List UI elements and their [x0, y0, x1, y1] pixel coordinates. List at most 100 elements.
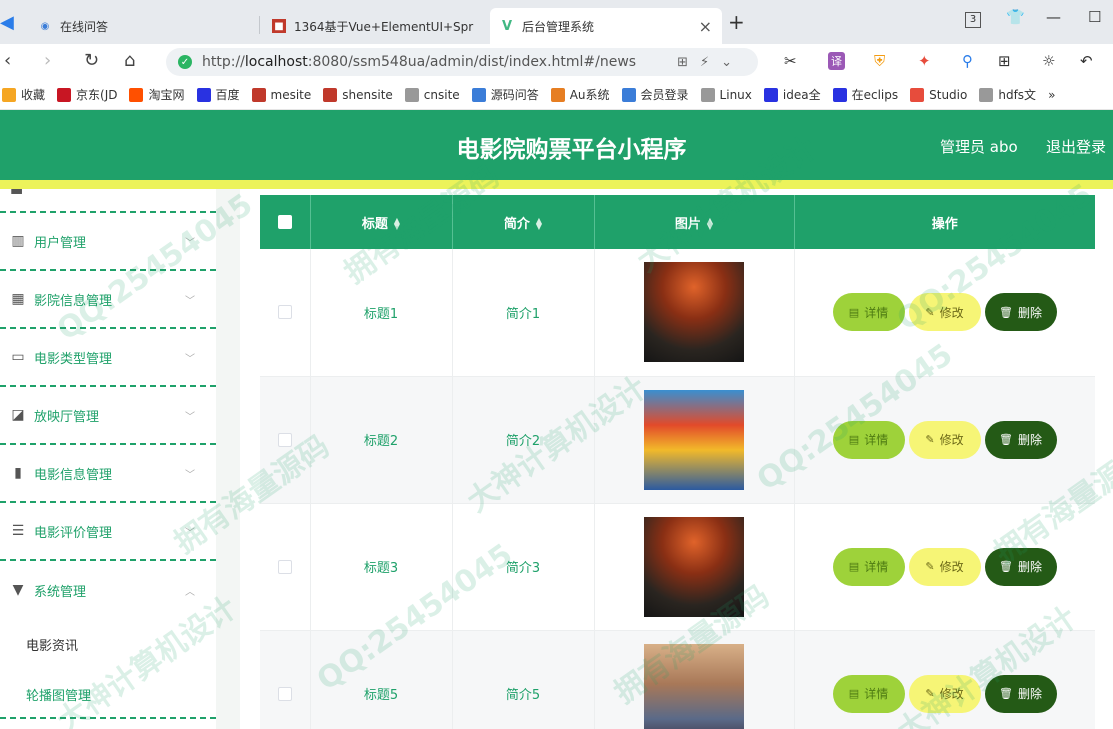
bookmark-item[interactable]: Au系统 [550, 86, 610, 103]
vue-icon: V [501, 18, 513, 34]
delete-button[interactable]: 🗑 删除 [984, 293, 1057, 332]
sidebar-item-users[interactable]: ▥ 用户管理 ﹀ [0, 213, 216, 271]
movie-poster-image[interactable] [644, 262, 744, 363]
row-checkbox[interactable] [277, 432, 292, 447]
movie-poster-image[interactable] [644, 643, 744, 729]
table-row: 标题1 简介1 ▤ 详情 ✎ 修改 🗑 删除 [260, 249, 1095, 377]
detail-button[interactable]: ▤ 详情 [832, 293, 905, 332]
detail-button[interactable]: ▤ 详情 [832, 674, 905, 713]
back-icon[interactable]: ‹ [4, 50, 11, 71]
scissors-icon[interactable]: ✂ [784, 52, 797, 70]
member-icon [621, 87, 636, 102]
forward-icon[interactable]: › [44, 50, 51, 71]
sidebar-divider [0, 717, 216, 719]
omnibox-tools-icon[interactable]: ⊞⚡⌄ [677, 55, 744, 70]
close-tab-icon[interactable]: × [699, 17, 712, 36]
shield-icon[interactable]: ⛨ [874, 52, 885, 70]
reload-icon[interactable]: ↻ [84, 50, 99, 71]
search-icon[interactable]: ⚲ [962, 52, 973, 70]
sidebar-subitem-news[interactable]: 电影资讯 [26, 635, 78, 654]
logout-link[interactable]: 退出登录 [1046, 136, 1106, 157]
movie-poster-image[interactable] [644, 389, 744, 490]
bookmark-item[interactable]: mesite [251, 87, 312, 102]
qa-icon [471, 87, 486, 102]
trend-icon: ◪ [11, 407, 25, 423]
browser-logo-icon[interactable]: ◀ [0, 12, 14, 33]
sidebar-item-movie-info[interactable]: ▮ 电影信息管理 ﹀ [0, 445, 216, 503]
new-tab-icon[interactable]: + [728, 10, 745, 34]
bookmark-item[interactable]: idea全 [763, 86, 821, 103]
bookmark-item[interactable]: cnsite [404, 87, 460, 102]
bookmark-item[interactable]: 收藏 [2, 86, 45, 103]
browser-tab-1[interactable]: ◉ 在线问答 [28, 8, 258, 44]
select-all-checkbox[interactable] [277, 215, 292, 229]
source-icon: ■ [272, 19, 286, 33]
chevron-up-icon: ︿ [185, 586, 195, 598]
home-icon[interactable]: ⌂ [124, 50, 135, 71]
admin-user-label: 管理员 abo [940, 138, 1018, 156]
bookmark-item[interactable]: hdfs文 [979, 86, 1036, 103]
trash-icon: 🗑 [999, 433, 1013, 446]
tab-divider [259, 16, 260, 34]
table-row: 标题5 简介5 ▤ 详情 ✎ 修改 🗑 删除 [260, 630, 1095, 729]
bookmark-item[interactable]: 淘宝网 [129, 86, 185, 103]
sidebar-item-system[interactable]: ▼ 系统管理 ︿ [0, 561, 216, 619]
bookmark-item[interactable]: 京东(JD [57, 86, 117, 103]
sort-icon[interactable]: ▲ ▼ [394, 217, 400, 231]
delete-button[interactable]: 🗑 删除 [984, 674, 1057, 713]
maximize-icon[interactable]: ☐ [1088, 8, 1101, 26]
delete-button[interactable]: 🗑 删除 [984, 547, 1057, 586]
star-icon [2, 87, 16, 102]
undo-icon[interactable]: ↶ [1080, 52, 1093, 70]
news-table: 标题 ▲ ▼ 简介 ▲ ▼ 图片 ▲ ▼ 操作 标题1 简介1 ▤ 详情 ✎ 修改 🗑 删除 标题2 简介2 ▤… [260, 195, 1095, 729]
bookmark-item[interactable]: 百度 [196, 86, 240, 103]
brightness-icon[interactable]: ☼ [1042, 52, 1055, 70]
column-actions-label: 操作 [931, 216, 958, 232]
edit-button[interactable]: ✎ 修改 [908, 420, 981, 459]
bookmark-item[interactable]: 会员登录 [621, 86, 689, 103]
translate-icon[interactable]: 译 [828, 52, 845, 70]
sidebar-item-movie-type[interactable]: ▭ 电影类型管理 ﹀ [0, 329, 216, 387]
sidebar-item-cinema[interactable]: ▦ 影院信息管理 ﹀ [0, 271, 216, 329]
column-header-actions: 操作 [794, 195, 1095, 249]
apps-grid-icon[interactable]: ⊞ [998, 52, 1011, 70]
movie-poster-image[interactable] [644, 516, 744, 617]
trash-icon: 🗑 [999, 560, 1013, 573]
column-header-image[interactable]: 图片 ▲ ▼ [594, 195, 795, 249]
sidebar-item-label: 用户管理 [34, 235, 87, 251]
sidebar-subitem-carousel[interactable]: 轮播图管理 [26, 685, 91, 704]
bookmark-label: mesite [270, 87, 312, 102]
sidebar-item-reviews[interactable]: ☰ 电影评价管理 ﹀ [0, 503, 216, 561]
minimize-icon[interactable]: — [1046, 8, 1061, 26]
row-checkbox[interactable] [277, 305, 292, 320]
edit-button[interactable]: ✎ 修改 [908, 674, 981, 713]
shirt-icon[interactable]: 👕 [1006, 8, 1025, 26]
sort-icon[interactable]: ▲ ▼ [707, 217, 713, 231]
intro-cell: 简介3 [452, 503, 595, 631]
bookmark-item[interactable]: 源码问答 [471, 86, 539, 103]
bookmark-item[interactable]: Studio [910, 87, 967, 102]
sort-icon[interactable]: ▲ ▼ [536, 217, 542, 231]
bookmark-item[interactable]: Linux [700, 87, 752, 102]
column-header-intro[interactable]: 简介 ▲ ▼ [452, 195, 595, 249]
bookmark-item[interactable]: 在eclips [832, 86, 898, 103]
url-input[interactable]: ✓ http://localhost:8080/ssm548ua/admin/d… [166, 48, 758, 76]
column-header-title[interactable]: 标题 ▲ ▼ [310, 195, 453, 249]
row-checkbox[interactable] [277, 686, 292, 701]
browser-tab-3[interactable]: V 后台管理系统 × [490, 8, 722, 44]
game-icon[interactable]: ✦ [918, 52, 931, 70]
bookmarks-more-icon[interactable]: » [1048, 88, 1055, 102]
row-checkbox[interactable] [277, 559, 292, 574]
edit-button[interactable]: ✎ 修改 [908, 547, 981, 586]
detail-button[interactable]: ▤ 详情 [832, 547, 905, 586]
detail-button[interactable]: ▤ 详情 [832, 420, 905, 459]
browser-tab-2[interactable]: ■ 1364基于Vue+ElementUI+Spr [262, 8, 488, 44]
sidebar-item-partial[interactable]: ▬ [0, 189, 216, 213]
sidebar-menu: ▬ ▥ 用户管理 ﹀ ▦ 影院信息管理 ﹀ ▭ 电影类型管理 ﹀ ◪ 放映厅管理… [0, 189, 216, 729]
tab-count-badge[interactable]: 3 [965, 12, 981, 28]
edit-button[interactable]: ✎ 修改 [908, 293, 981, 332]
baidu-icon [763, 87, 778, 102]
delete-button[interactable]: 🗑 删除 [984, 420, 1057, 459]
sidebar-item-hall[interactable]: ◪ 放映厅管理 ﹀ [0, 387, 216, 445]
bookmark-item[interactable]: shensite [323, 87, 393, 102]
